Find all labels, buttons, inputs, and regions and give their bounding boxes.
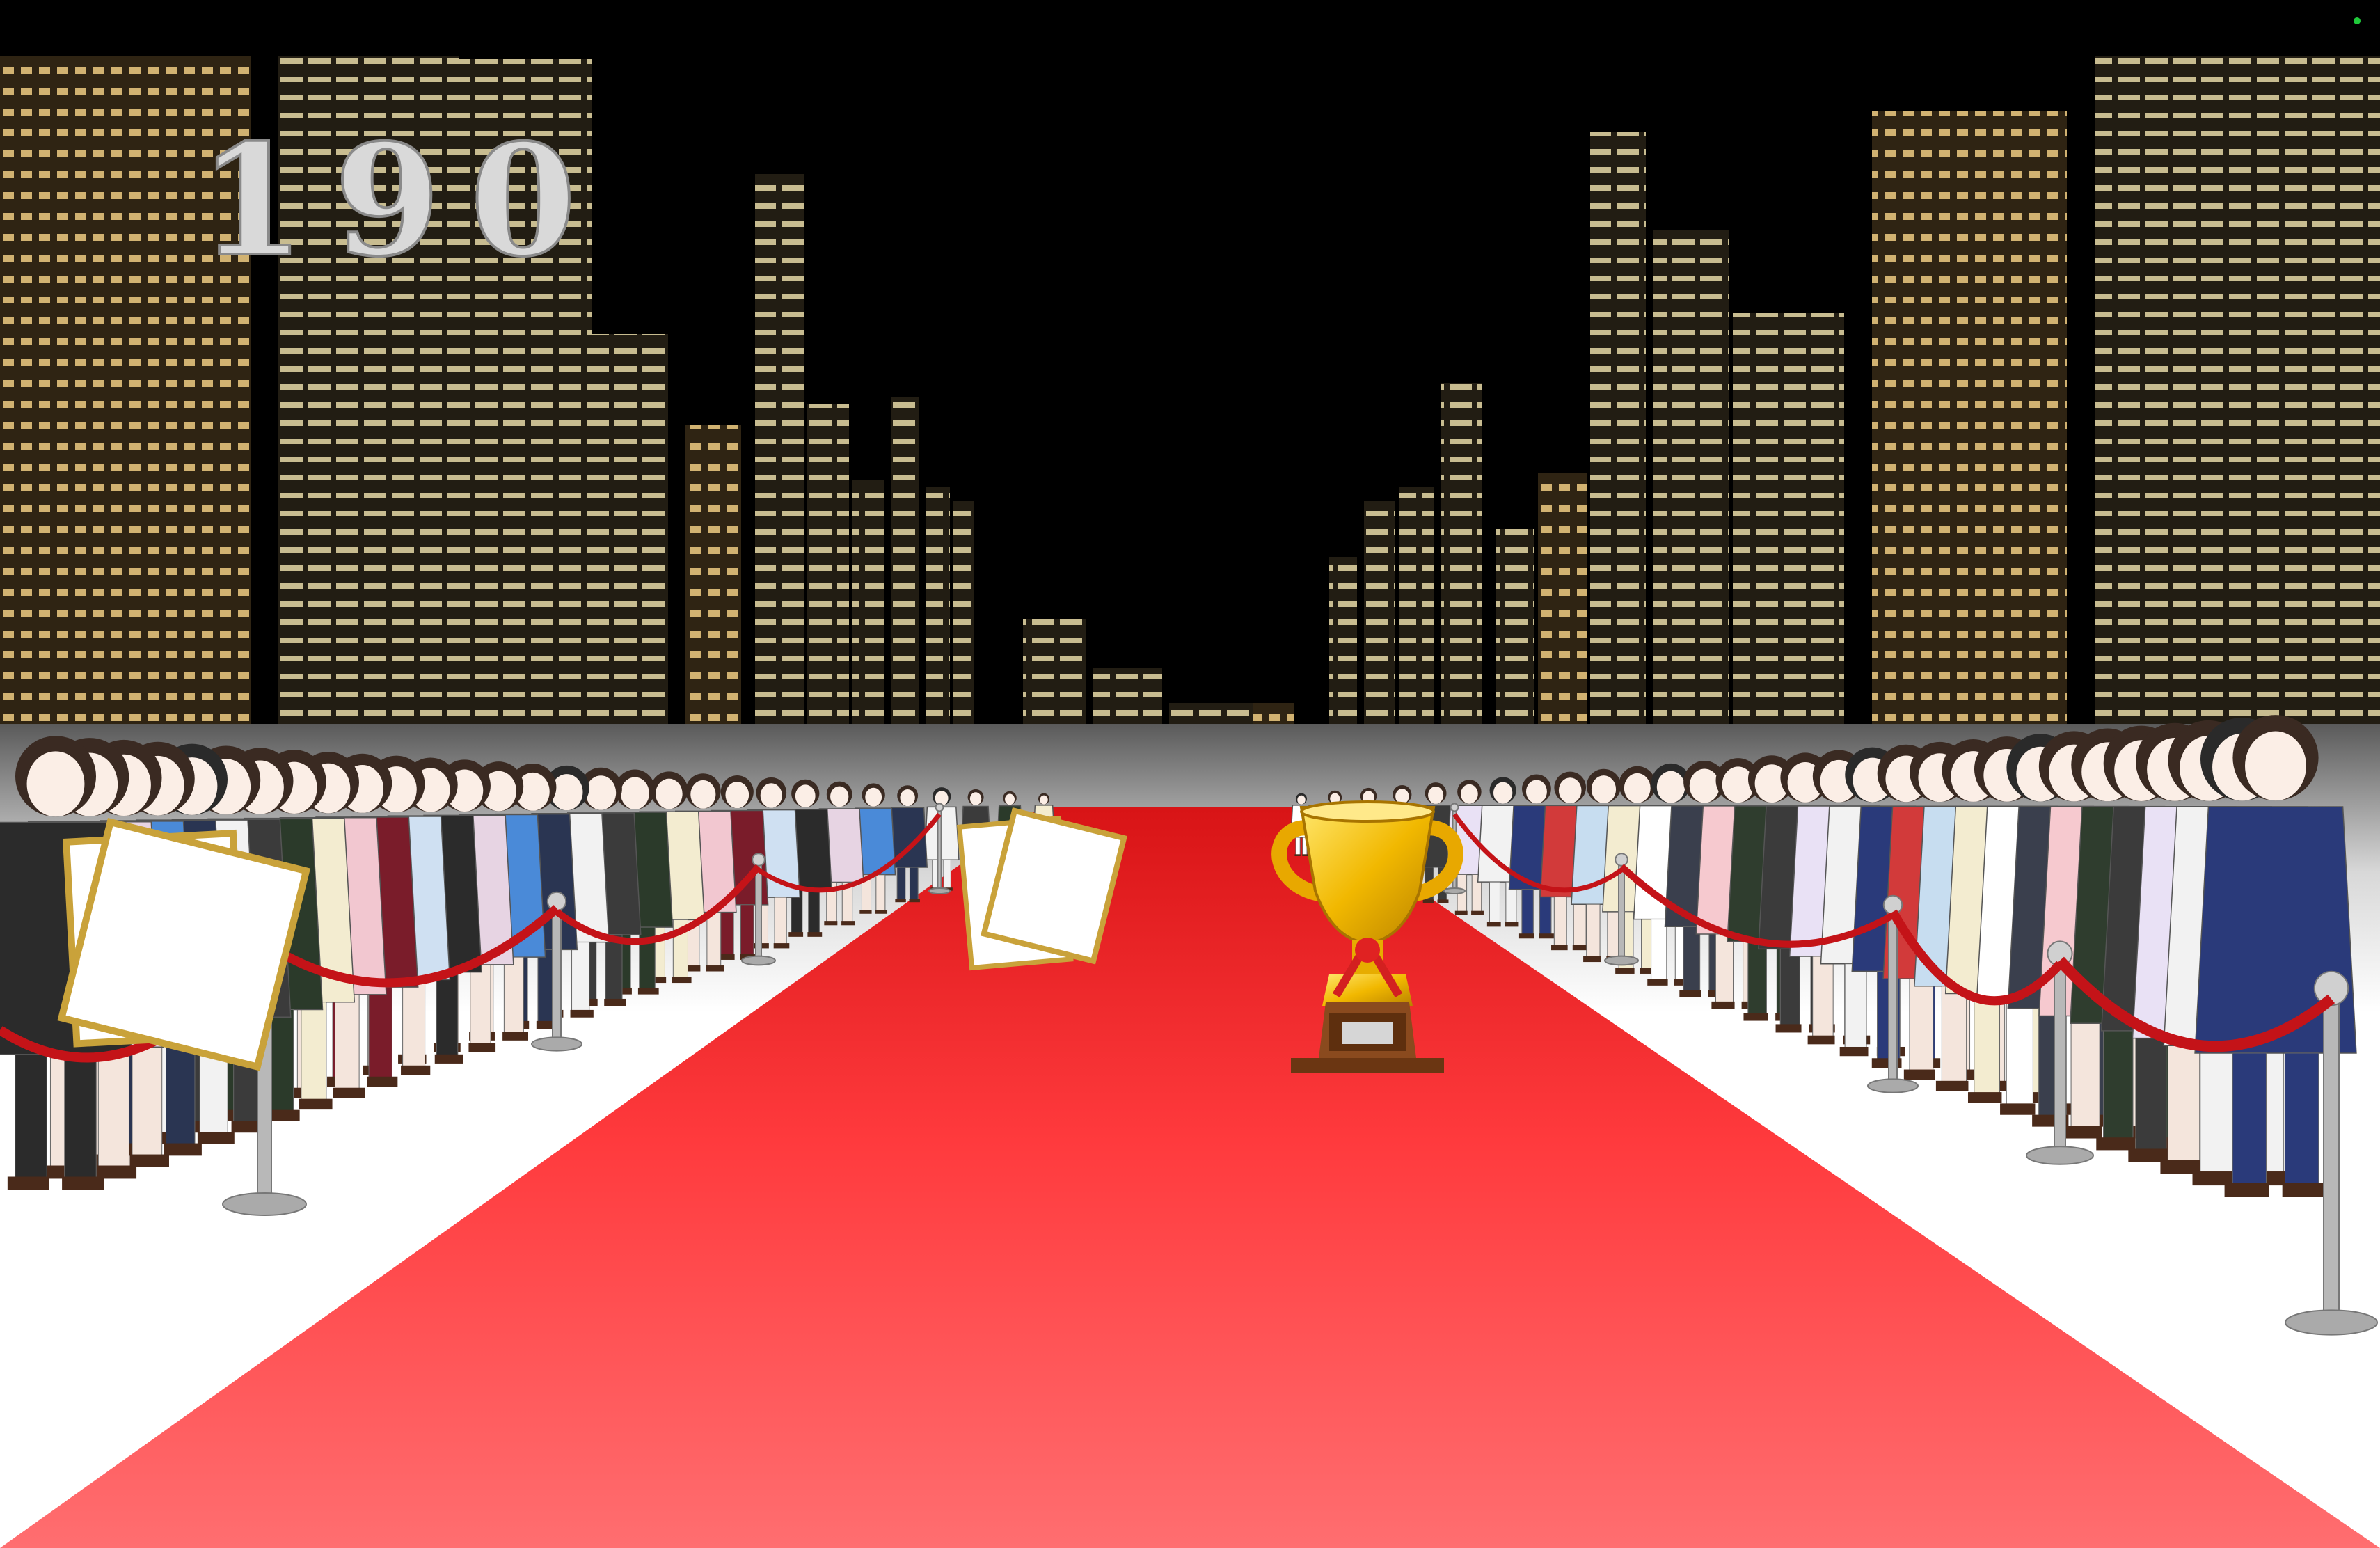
skyscraper <box>1364 501 1395 724</box>
score-counter: 190 <box>198 110 605 290</box>
skyscraper <box>1329 557 1357 724</box>
skyscraper <box>807 404 849 724</box>
skyscraper <box>852 480 884 724</box>
skyscraper <box>2095 56 2380 724</box>
skyscraper <box>1590 132 1646 724</box>
skyscraper <box>926 487 950 724</box>
skyscraper <box>592 334 668 724</box>
status-indicator-icon <box>2354 17 2361 24</box>
skyscraper <box>755 174 804 724</box>
skyscraper <box>1538 473 1587 724</box>
skyscraper <box>1441 383 1482 724</box>
skyscraper <box>1872 111 2067 724</box>
skyscraper <box>685 425 741 724</box>
skyscraper <box>1399 487 1434 724</box>
skyscraper <box>1733 313 1844 724</box>
skyscraper <box>1653 230 1729 724</box>
game-scene: 190 <box>0 0 2380 1548</box>
skyscraper <box>953 501 974 724</box>
skyscraper <box>891 397 919 724</box>
skyscraper <box>1496 529 1534 724</box>
